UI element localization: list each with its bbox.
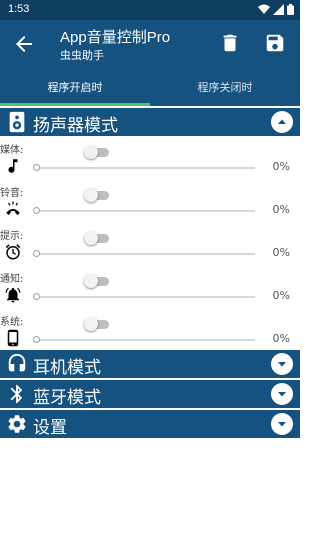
bell-icon	[5, 287, 21, 303]
tab-program-open[interactable]: 程序开启时	[0, 68, 150, 106]
section-headphone-mode[interactable]: 耳机模式	[0, 350, 300, 378]
section-speaker-title: 扬声器模式	[33, 116, 118, 136]
phone-ring-icon	[6, 201, 20, 215]
section-speaker-mode[interactable]: 扬声器模式	[0, 108, 300, 136]
media-volume-percent: 0%	[272, 160, 290, 173]
signal-icon	[273, 4, 284, 15]
app-title: App音量控制Pro	[60, 29, 171, 46]
back-arrow-icon[interactable]	[12, 32, 36, 56]
status-icons	[258, 4, 294, 15]
row-label: 铃音:	[0, 188, 24, 199]
alert-toggle[interactable]	[84, 231, 110, 245]
media-toggle[interactable]	[84, 145, 110, 159]
chevron-down-icon	[278, 362, 286, 367]
ringtone-volume-slider[interactable]	[33, 207, 255, 215]
notification-volume-percent: 0%	[272, 289, 290, 302]
row-label: 媒体:	[0, 145, 24, 156]
save-icon[interactable]	[264, 32, 286, 54]
section-settings[interactable]: 设置	[0, 410, 300, 438]
collapse-speaker-button[interactable]	[271, 111, 293, 133]
chevron-up-icon	[278, 119, 286, 124]
section-bluetooth-title: 蓝牙模式	[33, 388, 101, 408]
section-bluetooth-mode[interactable]: 蓝牙模式	[0, 380, 300, 408]
alert-volume-slider[interactable]	[33, 250, 255, 258]
delete-icon[interactable]	[219, 31, 241, 55]
wifi-icon	[258, 4, 270, 14]
media-volume-slider[interactable]	[33, 164, 255, 172]
system-toggle[interactable]	[84, 317, 110, 331]
system-volume-slider[interactable]	[33, 336, 255, 344]
expand-settings-button[interactable]	[271, 413, 293, 435]
chevron-down-icon	[278, 392, 286, 397]
row-label: 提示:	[0, 231, 24, 242]
ringtone-volume-percent: 0%	[272, 203, 290, 216]
alarm-clock-icon	[5, 244, 21, 260]
gear-icon	[8, 415, 26, 433]
battery-icon	[287, 4, 294, 15]
expand-bluetooth-button[interactable]	[271, 383, 293, 405]
volume-row-alert: 提示: 0%	[0, 227, 300, 271]
system-volume-percent: 0%	[272, 332, 290, 345]
status-time: 1:53	[8, 3, 30, 15]
bluetooth-icon	[10, 384, 23, 404]
app-toolbar: App音量控制Pro 虫虫助手	[0, 20, 300, 68]
row-label: 通知:	[0, 274, 24, 285]
music-note-icon	[8, 159, 18, 173]
headphone-icon	[8, 353, 26, 372]
status-bar: 1:53	[0, 0, 300, 20]
volume-row-media: 媒体: 0%	[0, 141, 300, 185]
volume-row-ringtone: 铃音: 0%	[0, 184, 300, 228]
tab-program-close[interactable]: 程序关闭时	[150, 68, 300, 106]
notification-toggle[interactable]	[84, 274, 110, 288]
speaker-icon	[9, 111, 25, 133]
row-label: 系统:	[0, 317, 24, 328]
notification-volume-slider[interactable]	[33, 293, 255, 301]
section-headphone-title: 耳机模式	[33, 358, 101, 378]
app-screen: 1:53 App音量控制Pro 虫虫助手 程序开启时 程序关闭时 扬声器模式 媒…	[0, 0, 300, 533]
alert-volume-percent: 0%	[272, 246, 290, 259]
chevron-down-icon	[278, 422, 286, 427]
tab-bar: 程序开启时 程序关闭时	[0, 68, 300, 106]
app-subtitle: 虫虫助手	[60, 49, 104, 62]
volume-row-notification: 通知: 0%	[0, 270, 300, 314]
section-settings-title: 设置	[33, 418, 67, 438]
expand-headphone-button[interactable]	[271, 353, 293, 375]
ringtone-toggle[interactable]	[84, 188, 110, 202]
phone-device-icon	[7, 329, 19, 347]
